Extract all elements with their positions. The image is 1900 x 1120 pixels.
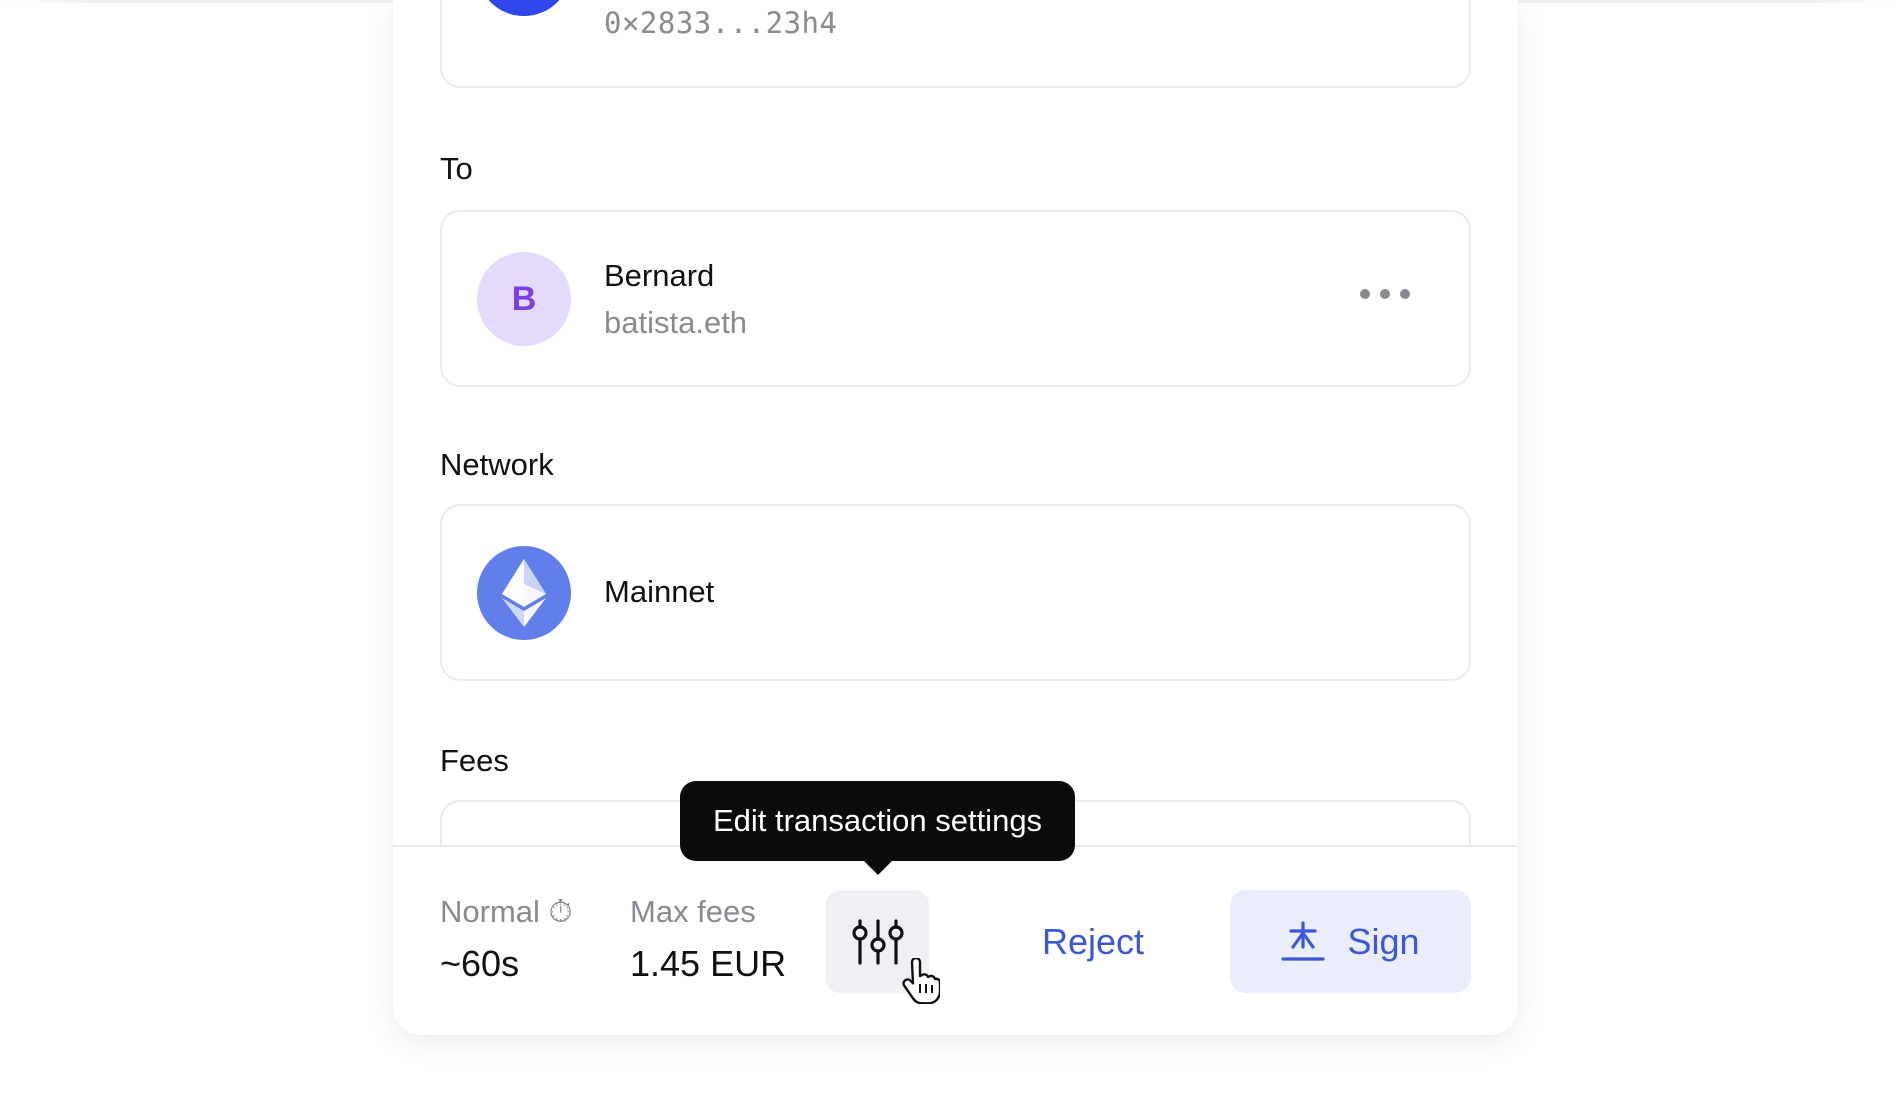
- hand-pointer-cursor-icon: [900, 956, 942, 1009]
- sun-icon: [488, 0, 560, 16]
- recipient-card[interactable]: B Bernard batista.eth: [440, 210, 1471, 387]
- network-label: Network: [440, 447, 554, 482]
- max-fees-label: Max fees: [630, 894, 756, 929]
- speed-label: Normal ⏱: [440, 894, 573, 929]
- recipient-name: Bernard: [604, 258, 715, 293]
- more-options-icon[interactable]: [1360, 282, 1410, 306]
- ethereum-icon: [502, 559, 546, 627]
- recipient-avatar-letter: B: [511, 279, 537, 318]
- recipient-avatar: B: [477, 252, 571, 346]
- network-name: Mainnet: [604, 574, 715, 609]
- tooltip-text: Edit transaction settings: [712, 803, 1043, 838]
- transaction-sheet: 0×2833...23h4 To B Bernard batista.eth N…: [393, 0, 1518, 1035]
- sign-button[interactable]: Sign: [1230, 890, 1471, 993]
- max-fees-value: 1.45 EUR: [630, 943, 787, 984]
- settings-tooltip: Edit transaction settings: [680, 781, 1075, 875]
- speed-value: ~60s: [440, 943, 520, 984]
- sliders-icon: [851, 918, 904, 965]
- from-avatar: [477, 0, 571, 16]
- fees-label: Fees: [440, 743, 509, 778]
- sign-pen-icon: [1281, 920, 1326, 961]
- from-card: 0×2833...23h4: [440, 0, 1471, 88]
- to-label: To: [440, 151, 473, 186]
- tooltip-arrow: [862, 860, 893, 875]
- recipient-ens: batista.eth: [604, 305, 748, 340]
- network-avatar: [477, 546, 571, 640]
- network-card[interactable]: Mainnet: [440, 504, 1471, 681]
- from-address: 0×2833...23h4: [604, 6, 838, 40]
- transaction-footer: Normal ⏱ ~60s Max fees 1.45 EUR Reject S…: [393, 845, 1518, 1035]
- sign-button-label: Sign: [1347, 920, 1420, 962]
- reject-button[interactable]: Reject: [1003, 890, 1183, 993]
